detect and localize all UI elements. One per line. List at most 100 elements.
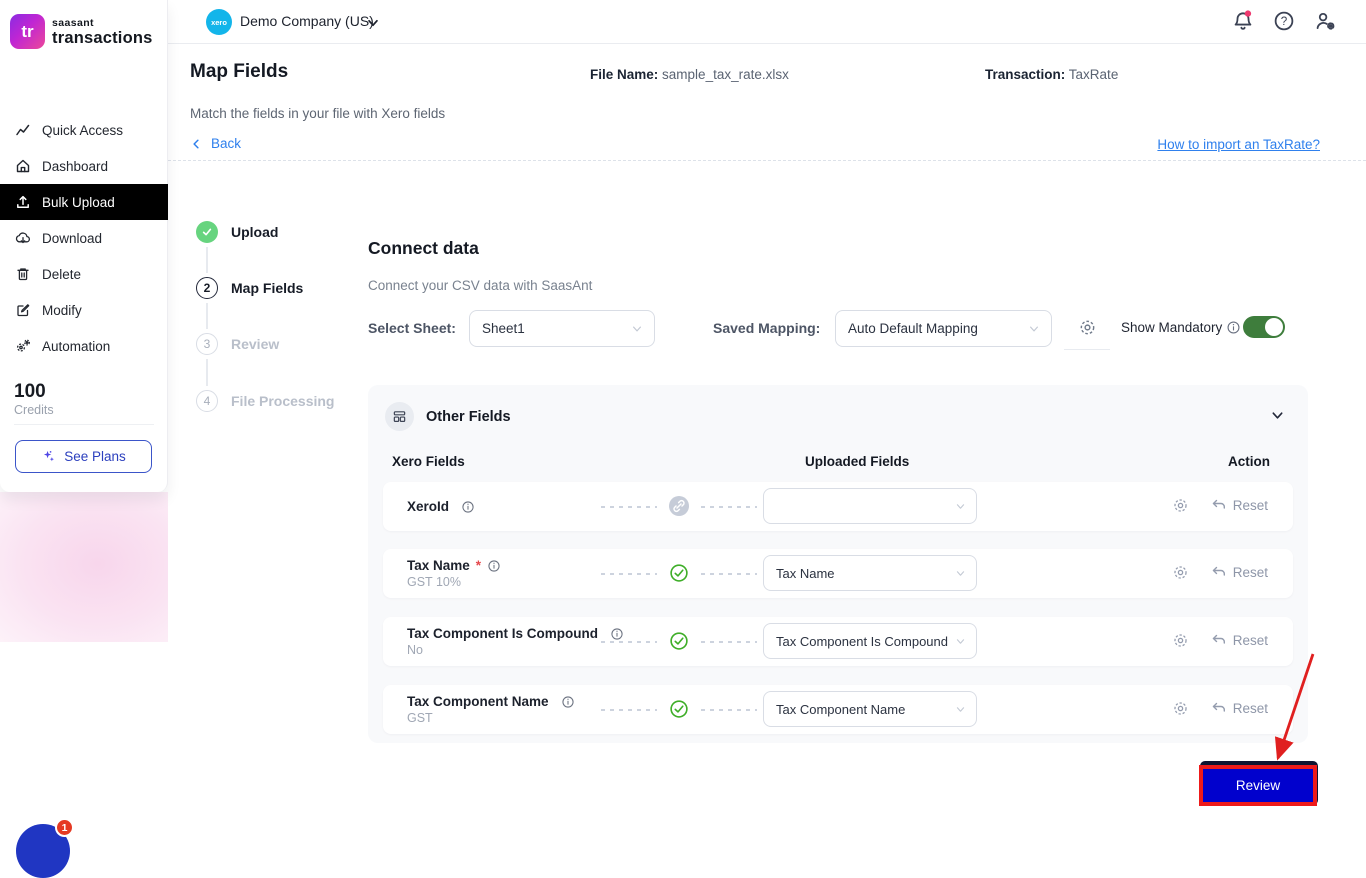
select-sheet-label: Select Sheet: (368, 320, 456, 336)
sample-value: GST (407, 711, 575, 725)
mapping-settings-gear-icon[interactable] (1078, 318, 1097, 337)
undo-icon[interactable] (1211, 497, 1227, 513)
step-connector (206, 303, 208, 329)
saved-mapping-label: Saved Mapping: (713, 320, 820, 336)
notifications-bell-icon[interactable] (1232, 10, 1254, 32)
brand-name-small: saasant (52, 17, 153, 29)
row-settings-gear-icon[interactable] (1172, 564, 1189, 581)
step-connector (206, 247, 208, 273)
saved-mapping-dropdown[interactable]: Auto Default Mapping (835, 310, 1052, 347)
chevron-left-icon (190, 138, 202, 150)
step-label: Map Fields (231, 280, 303, 296)
transaction-value: TaxRate (1069, 67, 1119, 82)
info-icon[interactable] (1226, 320, 1241, 335)
uploaded-field-dropdown[interactable]: Tax Component Name (763, 691, 977, 727)
mapping-row-xeroid: XeroId Reset (383, 482, 1293, 531)
sidebar-item-modify[interactable]: Modify (0, 292, 168, 328)
row-settings-gear-icon[interactable] (1172, 700, 1189, 717)
select-sheet-dropdown[interactable]: Sheet1 (469, 310, 655, 347)
credits-value: 100 (14, 381, 154, 403)
reset-button[interactable]: Reset (1233, 701, 1268, 716)
undo-icon[interactable] (1211, 700, 1227, 716)
undo-icon[interactable] (1211, 564, 1227, 580)
uploaded-field-value: Tax Name (776, 566, 835, 581)
undo-icon[interactable] (1211, 632, 1227, 648)
mapped-check-icon (669, 563, 689, 583)
chevron-down-icon (955, 704, 966, 715)
sidebar-item-automation[interactable]: Automation (0, 328, 168, 364)
edit-icon (15, 302, 31, 318)
credits-summary: 100 Credits (0, 381, 168, 425)
back-label: Back (211, 136, 241, 151)
row-settings-gear-icon[interactable] (1172, 497, 1189, 514)
sidebar-item-bulk-upload[interactable]: Bulk Upload (0, 184, 168, 220)
sidebar-item-label: Bulk Upload (42, 195, 115, 210)
info-icon[interactable] (487, 559, 501, 573)
sidebar-item-download[interactable]: Download (0, 220, 168, 256)
xero-logo-icon[interactable]: xero (206, 9, 232, 35)
uploaded-field-dropdown[interactable]: Tax Name (763, 555, 977, 591)
chevron-down-icon[interactable] (366, 16, 380, 30)
help-icon[interactable]: ? (1273, 10, 1295, 32)
page-title: Map Fields (190, 61, 288, 83)
review-button-label: Review (1236, 778, 1280, 793)
reset-button[interactable]: Reset (1233, 633, 1268, 648)
home-icon (15, 158, 31, 174)
topbar: xero Demo Company (US) ? (168, 0, 1366, 44)
company-selector[interactable]: Demo Company (US) (240, 13, 374, 29)
uploaded-field-dropdown[interactable] (763, 488, 977, 524)
row-settings-gear-icon[interactable] (1172, 632, 1189, 649)
sample-value: No (407, 643, 624, 657)
show-mandatory-toggle[interactable] (1243, 316, 1285, 338)
connector-dashes (601, 709, 657, 711)
connector-dashes (701, 709, 757, 711)
unmapped-link-icon (669, 496, 689, 516)
collapse-chevron-icon[interactable] (1270, 408, 1285, 423)
step-file-processing[interactable]: 4 File Processing (196, 390, 334, 412)
review-button-annotation[interactable]: Review (1199, 765, 1317, 806)
column-header-xero-fields: Xero Fields (392, 454, 465, 469)
step-upload[interactable]: Upload (196, 221, 278, 243)
file-name-value: sample_tax_rate.xlsx (662, 67, 789, 82)
decorative-pink-gradient (0, 492, 168, 642)
see-plans-button[interactable]: See Plans (15, 440, 152, 473)
mapped-check-icon (669, 699, 689, 719)
file-name-meta: File Name: sample_tax_rate.xlsx (590, 67, 789, 82)
info-icon[interactable] (461, 500, 475, 514)
xero-field-name: Tax Component Name (407, 694, 549, 709)
info-icon[interactable] (610, 627, 624, 641)
xero-field-name: Tax Component Is Compound (407, 626, 598, 641)
connector-dashes (601, 506, 657, 508)
mapping-row-tax-name: Tax Name * GST 10% Tax Name Reset (383, 549, 1293, 598)
connector-dashes (701, 506, 757, 508)
reset-button[interactable]: Reset (1233, 498, 1268, 513)
app-logo: tr saasant transactions (0, 0, 167, 49)
panel-title: Other Fields (426, 409, 511, 425)
sidebar-item-label: Quick Access (42, 123, 123, 138)
user-settings-icon[interactable] (1314, 10, 1336, 32)
sidebar-item-delete[interactable]: Delete (0, 256, 168, 292)
sidebar-item-quick-access[interactable]: Quick Access (0, 112, 168, 148)
step-review[interactable]: 3 Review (196, 333, 279, 355)
mapping-row-tax-component-is-compound: Tax Component Is Compound No Tax Compone… (383, 617, 1293, 666)
how-to-import-link[interactable]: How to import an TaxRate? (1157, 137, 1320, 152)
column-header-action: Action (1228, 454, 1270, 469)
chevron-down-icon (955, 501, 966, 512)
select-sheet-value: Sheet1 (482, 321, 525, 336)
back-button[interactable]: Back (190, 136, 241, 151)
other-fields-panel: Other Fields Xero Fields Uploaded Fields… (368, 385, 1308, 743)
transaction-meta: Transaction: TaxRate (985, 67, 1118, 82)
sample-value: GST 10% (407, 575, 501, 589)
info-icon[interactable] (561, 695, 575, 709)
sidebar-item-label: Delete (42, 267, 81, 282)
reset-button[interactable]: Reset (1233, 565, 1268, 580)
connector-dashes (701, 573, 757, 575)
trash-icon (15, 266, 31, 282)
required-mark: * (476, 558, 481, 573)
uploaded-field-dropdown[interactable]: Tax Component Is Compound (763, 623, 977, 659)
sidebar: tr saasant transactions Quick Access Das… (0, 0, 168, 492)
step-map-fields[interactable]: 2 Map Fields (196, 277, 303, 299)
sidebar-item-label: Modify (42, 303, 82, 318)
sidebar-item-dashboard[interactable]: Dashboard (0, 148, 168, 184)
chevron-down-icon (955, 636, 966, 647)
